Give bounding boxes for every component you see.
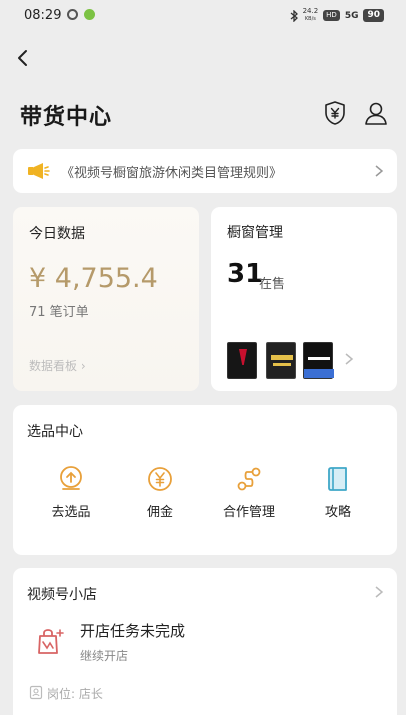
chevron-right-icon — [375, 165, 384, 177]
back-arrow-icon — [18, 50, 27, 66]
selection-center-title: 选品中心 — [27, 424, 83, 440]
net-unit: KB/s — [304, 16, 316, 22]
video-shop-card[interactable]: 视频号小店 开店任务未完成 继续开店 岗位: 店长 — [13, 568, 397, 715]
book-icon — [328, 467, 347, 491]
today-data-card[interactable]: 今日数据 ¥ 4,755.4 71 笔订单 数据看板 › — [13, 207, 199, 391]
chevron-right-icon — [345, 353, 354, 365]
on-sale-count: 31 — [227, 259, 264, 289]
data-board-link[interactable]: 数据看板 › — [29, 357, 86, 374]
notice-text: 《视频号橱窗旅游休闲类目管理规则》 — [61, 166, 283, 181]
today-data-title: 今日数据 — [29, 226, 85, 242]
today-orders: 71 笔订单 — [29, 305, 89, 320]
back-button[interactable] — [14, 47, 34, 69]
battery-indicator: 90 — [363, 9, 384, 22]
notice-banner[interactable]: 《视频号橱窗旅游休闲类目管理规则》 — [13, 149, 397, 193]
commission-label: 佣金 — [146, 505, 173, 520]
status-bar: 08:29 24.2 KB/s HD 5G 90 — [0, 0, 406, 32]
signal-5g: 5G — [344, 10, 359, 21]
bluetooth-icon — [290, 9, 298, 22]
status-time: 08:29 — [24, 8, 62, 23]
shop-role: 岗位: 店长 — [47, 687, 103, 701]
shop-bag-icon — [38, 629, 64, 654]
yen-coin-icon — [148, 467, 172, 491]
guide-label: 攻略 — [324, 505, 351, 520]
shield-yen-button[interactable] — [322, 100, 348, 126]
cooperation-management-button[interactable]: 合作管理 — [209, 465, 289, 520]
cooperation-management-label: 合作管理 — [222, 505, 275, 520]
on-sale-label: 在售 — [259, 277, 286, 292]
pick-product-icon — [60, 466, 82, 490]
app-notification-icon — [84, 9, 95, 20]
route-icon — [237, 467, 261, 491]
commission-button[interactable]: 佣金 — [120, 465, 200, 520]
pick-product-button[interactable]: 去选品 — [31, 465, 111, 520]
profile-button[interactable] — [363, 100, 389, 126]
continue-open-shop-link[interactable]: 继续开店 — [80, 647, 128, 664]
badge-icon — [29, 685, 43, 700]
hd-badge: HD — [323, 10, 340, 21]
window-management-title: 橱窗管理 — [227, 225, 283, 241]
user-icon — [365, 102, 387, 125]
shield-yen-icon — [325, 101, 345, 125]
notification-icon — [67, 9, 78, 20]
selection-center-card: 选品中心 去选品 佣金 合作管理 攻略 — [13, 405, 397, 555]
megaphone-icon — [28, 163, 50, 179]
today-amount: ¥ 4,755.4 — [29, 263, 158, 294]
product-thumbnail-2[interactable] — [266, 342, 296, 379]
window-management-card[interactable]: 橱窗管理 31 在售 — [211, 207, 397, 391]
product-thumbnail-3[interactable] — [303, 342, 334, 379]
product-thumbnail-1[interactable] — [227, 342, 257, 379]
chevron-right-icon: › — [80, 359, 86, 373]
pick-product-label: 去选品 — [51, 505, 91, 520]
video-shop-title: 视频号小店 — [27, 587, 97, 603]
chevron-right-icon — [375, 586, 384, 598]
shop-task-title: 开店任务未完成 — [80, 622, 186, 640]
net-speed: 24.2 — [302, 7, 319, 15]
guide-button[interactable]: 攻略 — [298, 465, 378, 520]
page-title: 带货中心 — [20, 105, 113, 130]
